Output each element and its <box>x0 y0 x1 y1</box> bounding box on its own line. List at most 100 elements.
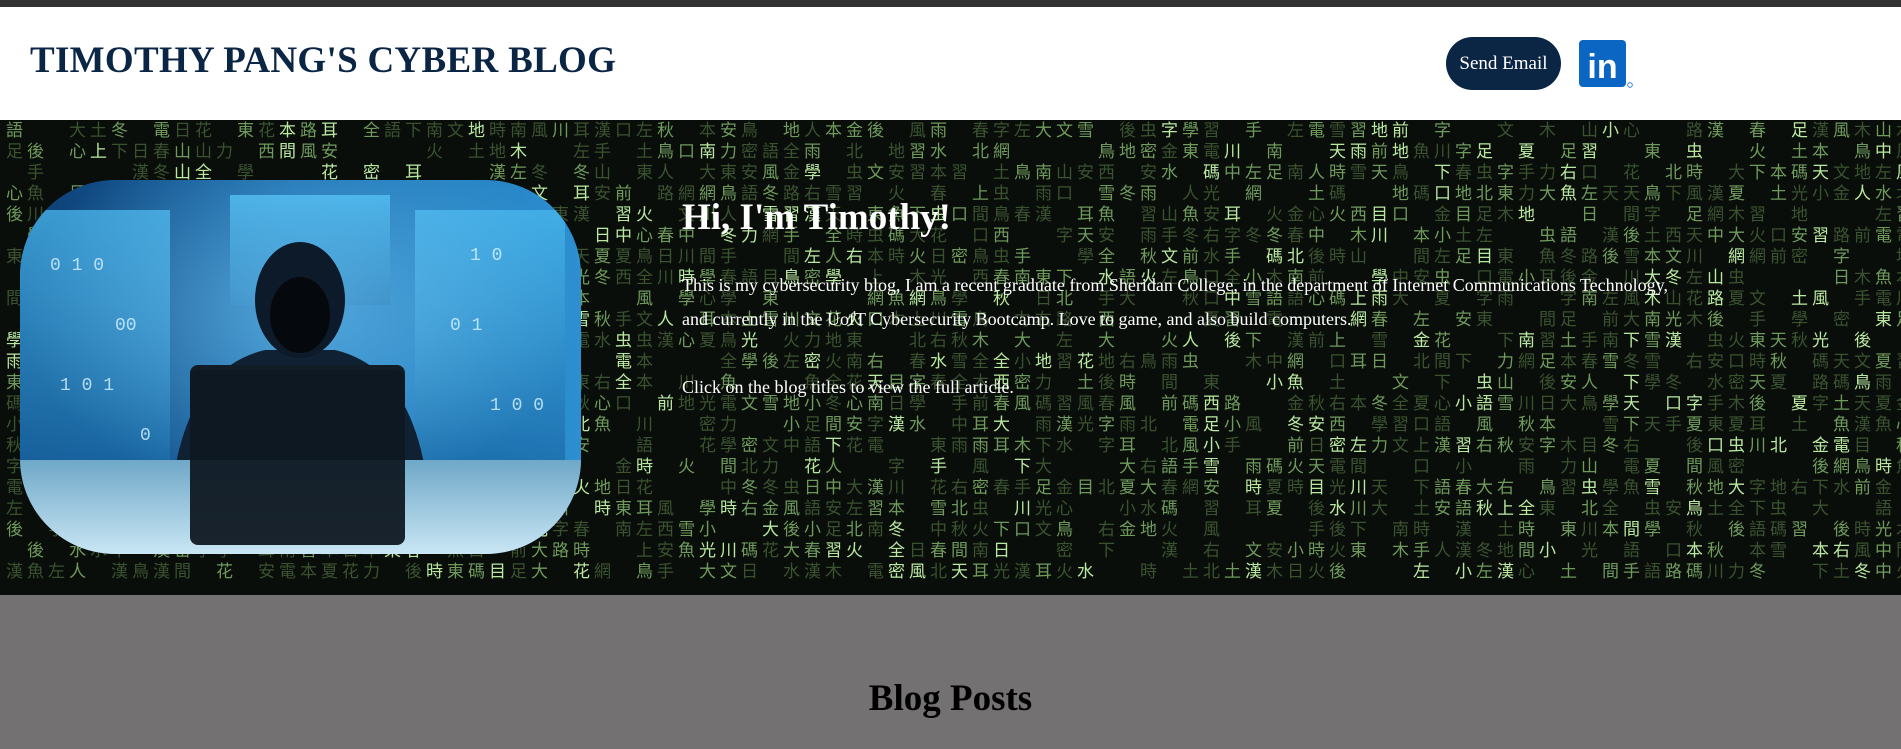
svg-text:習: 習 <box>1350 121 1367 141</box>
svg-text:金: 金 <box>1875 478 1892 498</box>
hero-section: 語足心後東間學雨東碼小秋字電左後漢後手魚川學虫虫小雪春日目光學川後魚魚木土冬人日… <box>0 120 1901 595</box>
svg-text:川: 川 <box>552 121 569 141</box>
svg-text:電: 電 <box>867 436 884 456</box>
svg-text:木: 木 <box>1014 436 1031 456</box>
svg-text:雨: 雨 <box>1035 415 1052 435</box>
svg-text:心: 心 <box>1896 415 1901 435</box>
svg-text:秋: 秋 <box>1770 352 1787 372</box>
svg-text:大: 大 <box>1140 478 1157 498</box>
svg-text:文: 文 <box>720 562 737 582</box>
svg-text:天: 天 <box>1371 163 1388 183</box>
svg-text:虫: 虫 <box>615 331 632 351</box>
svg-text:全: 全 <box>783 142 800 162</box>
svg-text:大: 大 <box>1812 499 1829 519</box>
svg-text:木: 木 <box>1266 562 1283 582</box>
svg-text:冬: 冬 <box>1476 541 1493 561</box>
svg-text:上: 上 <box>90 142 107 162</box>
svg-text:南: 南 <box>972 541 989 561</box>
svg-text:左: 左 <box>1875 205 1892 225</box>
svg-text:本: 本 <box>825 121 842 141</box>
svg-text:虫: 虫 <box>1644 499 1661 519</box>
site-title[interactable]: TIMOTHY PANG'S CYBER BLOG <box>30 39 616 82</box>
svg-text:鳥: 鳥 <box>1854 457 1871 477</box>
svg-text:小: 小 <box>1287 541 1304 561</box>
svg-text:足: 足 <box>510 562 527 582</box>
svg-text:本: 本 <box>1539 415 1556 435</box>
svg-text:魚: 魚 <box>1875 268 1892 288</box>
svg-text:北: 北 <box>1581 499 1598 519</box>
svg-text:字: 字 <box>1161 121 1178 141</box>
svg-text:語: 語 <box>1434 478 1451 498</box>
svg-text:網: 網 <box>1707 205 1724 225</box>
svg-text:目: 目 <box>1581 436 1598 456</box>
svg-text:安: 安 <box>846 415 863 435</box>
svg-text:虫: 虫 <box>1728 436 1745 456</box>
svg-text:目: 目 <box>1077 478 1094 498</box>
svg-text:大: 大 <box>1476 478 1493 498</box>
svg-text:虫: 虫 <box>636 331 653 351</box>
svg-text:南: 南 <box>510 121 527 141</box>
svg-text:漢: 漢 <box>657 331 674 351</box>
svg-text:習: 習 <box>1203 121 1220 141</box>
svg-text:光: 光 <box>1875 520 1892 540</box>
svg-text:秋: 秋 <box>1686 520 1703 540</box>
svg-text:天: 天 <box>951 562 968 582</box>
svg-text:雪: 雪 <box>1203 457 1220 477</box>
svg-text:風: 風 <box>1245 415 1262 435</box>
svg-text:密: 密 <box>1728 373 1745 393</box>
svg-text:後: 後 <box>1749 394 1766 414</box>
linkedin-icon[interactable]: in <box>1579 40 1633 93</box>
svg-text:大: 大 <box>846 478 863 498</box>
svg-text:土: 土 <box>1770 184 1787 204</box>
svg-text:左: 左 <box>1245 163 1262 183</box>
svg-text:天: 天 <box>1812 163 1829 183</box>
svg-text:電: 電 <box>1623 457 1640 477</box>
svg-text:金: 金 <box>1161 142 1178 162</box>
svg-text:目: 目 <box>1308 478 1325 498</box>
svg-text:大: 大 <box>699 163 716 183</box>
svg-text:語: 語 <box>384 121 401 141</box>
svg-text:冬: 冬 <box>888 520 905 540</box>
svg-text:花: 花 <box>1686 289 1703 309</box>
svg-text:西: 西 <box>1329 415 1346 435</box>
svg-text:夏: 夏 <box>321 562 338 582</box>
svg-text:地: 地 <box>1392 142 1409 162</box>
svg-text:右: 右 <box>1140 457 1157 477</box>
svg-text:路: 路 <box>657 184 674 204</box>
svg-text:東: 東 <box>1749 331 1766 351</box>
svg-text:安: 安 <box>720 121 737 141</box>
svg-text:地: 地 <box>1854 163 1871 183</box>
svg-text:光: 光 <box>699 541 716 561</box>
svg-text:虫: 虫 <box>1728 268 1745 288</box>
svg-text:碼: 碼 <box>1770 520 1787 540</box>
svg-text:電: 電 <box>867 562 884 582</box>
svg-text:大: 大 <box>531 541 548 561</box>
svg-text:地: 地 <box>468 121 485 141</box>
svg-text:語: 語 <box>636 436 653 456</box>
svg-text:木: 木 <box>825 562 842 582</box>
svg-text:下: 下 <box>1014 457 1031 477</box>
svg-text:漢: 漢 <box>1014 562 1031 582</box>
svg-text:川: 川 <box>1749 436 1766 456</box>
svg-text:虫: 虫 <box>1686 142 1703 162</box>
svg-text:1 0: 1 0 <box>470 246 502 266</box>
svg-text:魚: 魚 <box>27 184 44 204</box>
svg-text:前: 前 <box>615 184 632 204</box>
svg-text:語: 語 <box>1644 562 1661 582</box>
send-email-button[interactable]: Send Email <box>1446 37 1561 90</box>
svg-text:後: 後 <box>1833 520 1850 540</box>
svg-text:足: 足 <box>804 415 821 435</box>
svg-text:時: 時 <box>1308 541 1325 561</box>
svg-text:全: 全 <box>636 268 653 288</box>
svg-text:鳥: 鳥 <box>636 562 653 582</box>
svg-text:金: 金 <box>1833 184 1850 204</box>
svg-text:水: 水 <box>1140 499 1157 519</box>
svg-text:習: 習 <box>909 163 926 183</box>
svg-text:水: 水 <box>1077 562 1094 582</box>
svg-text:0 1 0: 0 1 0 <box>50 256 104 276</box>
svg-text:足: 足 <box>825 520 842 540</box>
svg-text:光: 光 <box>1791 184 1808 204</box>
svg-text:土: 土 <box>993 163 1010 183</box>
svg-text:雨: 雨 <box>1350 142 1367 162</box>
svg-text:鳥: 鳥 <box>132 562 149 582</box>
